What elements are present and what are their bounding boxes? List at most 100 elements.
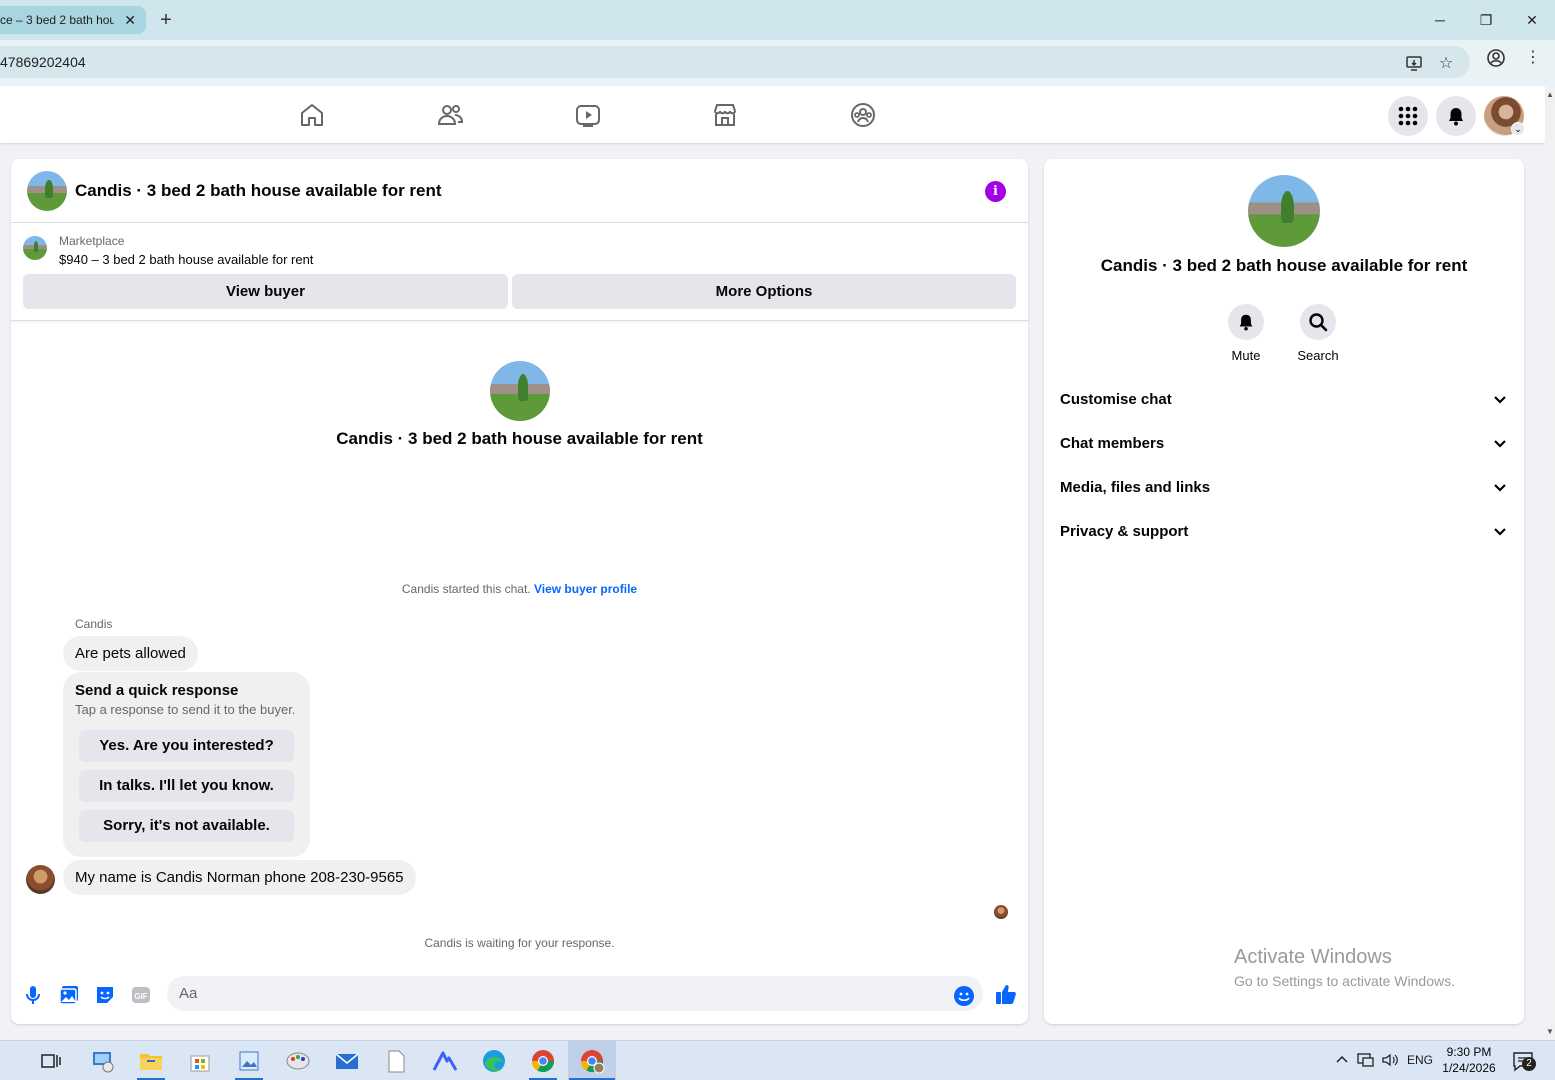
- center-chat-name: Candis · 3 bed 2 bath house available fo…: [336, 429, 703, 448]
- chevron-down-icon: [1492, 512, 1508, 568]
- row-label: Media, files and links: [1060, 479, 1211, 496]
- message-bubble[interactable]: Are pets allowed: [63, 636, 198, 671]
- grid-icon: [1398, 106, 1418, 126]
- media-files-links-row[interactable]: Media, files and links: [1060, 468, 1508, 508]
- paint-icon[interactable]: [283, 1046, 313, 1076]
- microphone-icon[interactable]: [21, 983, 45, 1007]
- marketplace-label: Marketplace: [59, 234, 125, 248]
- search-label: Search: [1297, 348, 1339, 363]
- profile-icon[interactable]: [1486, 48, 1506, 68]
- new-tab-button[interactable]: +: [156, 8, 176, 32]
- sticker-icon[interactable]: [93, 983, 117, 1007]
- mail-icon[interactable]: [332, 1046, 362, 1076]
- privacy-support-row[interactable]: Privacy & support: [1060, 512, 1508, 552]
- quick-response-subtitle: Tap a response to send it to the buyer.: [75, 702, 296, 717]
- home-icon[interactable]: [297, 100, 327, 130]
- network-icon[interactable]: [1357, 1052, 1375, 1071]
- groups-icon[interactable]: [848, 100, 878, 130]
- info-chat-name: Candis · 3 bed 2 bath house available fo…: [1100, 256, 1468, 275]
- control-panel-icon[interactable]: [88, 1046, 118, 1076]
- chrome-profile-icon[interactable]: [577, 1046, 607, 1076]
- emoji-icon[interactable]: [953, 985, 977, 1009]
- bookmark-star-icon[interactable]: ☆: [1436, 54, 1456, 74]
- minimize-button[interactable]: ─: [1425, 8, 1455, 32]
- facebook-top-nav: ⌄: [0, 86, 1545, 143]
- thumbs-up-icon[interactable]: [994, 982, 1018, 1006]
- edge-icon[interactable]: [479, 1046, 509, 1076]
- tray-expand-icon[interactable]: [1335, 1052, 1349, 1069]
- scroll-up-icon[interactable]: ▲: [1546, 90, 1554, 99]
- friends-icon[interactable]: [435, 100, 465, 130]
- search-button[interactable]: Search: [1288, 304, 1348, 363]
- notifications-button[interactable]: [1436, 96, 1476, 136]
- quick-response-title: Send a quick response: [75, 682, 239, 699]
- clock-date: 1/24/2026: [1442, 1061, 1496, 1075]
- info-avatar: [1248, 175, 1320, 247]
- chat-avatar[interactable]: [27, 171, 67, 211]
- menu-grid-button[interactable]: [1388, 96, 1428, 136]
- sender-name: Candis: [75, 617, 113, 631]
- customise-chat-row[interactable]: Customise chat: [1060, 380, 1508, 420]
- chrome-menu-icon[interactable]: ⋮: [1523, 48, 1543, 68]
- page-scrollbar[interactable]: ▲ ▼: [1545, 86, 1555, 1040]
- chat-members-row[interactable]: Chat members: [1060, 424, 1508, 464]
- mute-label: Mute: [1231, 348, 1261, 363]
- watermark-title: Activate Windows: [1234, 946, 1392, 968]
- bell-icon: [1228, 304, 1264, 340]
- url-text[interactable]: 47869202404: [0, 46, 86, 78]
- quick-response-in-talks[interactable]: In talks. I'll let you know.: [79, 770, 294, 802]
- restore-button[interactable]: ❐: [1471, 8, 1501, 32]
- view-buyer-button[interactable]: View buyer: [23, 274, 508, 309]
- notepad-icon[interactable]: [381, 1046, 411, 1076]
- chat-started-notice: Candis started this chat. View buyer pro…: [11, 582, 1028, 596]
- close-window-button[interactable]: ✕: [1517, 8, 1547, 32]
- info-icon[interactable]: i: [985, 181, 1006, 202]
- notification-count-badge: 2: [1522, 1057, 1536, 1071]
- taskbar-clock[interactable]: 9:30 PM 1/24/2026: [1436, 1044, 1502, 1076]
- row-label: Customise chat: [1060, 391, 1172, 408]
- tab-title: ce – 3 bed 2 bath hou: [0, 13, 114, 27]
- activate-windows-watermark: Activate Windows Go to Settings to activ…: [1234, 946, 1455, 989]
- quick-response-not-available[interactable]: Sorry, it's not available.: [79, 810, 294, 842]
- listing-thumbnail[interactable]: [23, 236, 47, 260]
- microsoft-store-icon[interactable]: [185, 1046, 215, 1076]
- chat-info-panel: Candis · 3 bed 2 bath house available fo…: [1044, 159, 1524, 1024]
- file-explorer-icon[interactable]: [136, 1046, 166, 1076]
- message-input[interactable]: [167, 976, 983, 1011]
- volume-icon[interactable]: [1381, 1052, 1399, 1071]
- svg-text:GIF: GIF: [134, 992, 147, 1001]
- notification-center-icon[interactable]: 2: [1512, 1051, 1536, 1078]
- chat-header: Candis · 3 bed 2 bath house available fo…: [11, 159, 1028, 223]
- chat-started-text: Candis started this chat.: [401, 582, 531, 596]
- photo-icon[interactable]: [57, 983, 81, 1007]
- watch-icon[interactable]: [573, 100, 603, 130]
- listing-title[interactable]: $940 – 3 bed 2 bath house available for …: [59, 252, 313, 267]
- view-buyer-profile-link[interactable]: View buyer profile: [534, 582, 637, 596]
- marketplace-icon[interactable]: [710, 100, 740, 130]
- clock-time: 9:30 PM: [1446, 1045, 1492, 1059]
- windows-taskbar: ENG 9:30 PM 1/24/2026 2: [0, 1040, 1555, 1080]
- chrome-icon[interactable]: [528, 1046, 558, 1076]
- photo-viewer-icon[interactable]: [234, 1046, 264, 1076]
- scroll-down-icon[interactable]: ▼: [1546, 1027, 1554, 1036]
- omnibox[interactable]: 47869202404 ☆: [0, 46, 1470, 78]
- row-label: Chat members: [1060, 435, 1165, 452]
- account-caret-icon[interactable]: ⌄: [1511, 122, 1525, 136]
- mute-button[interactable]: Mute: [1216, 304, 1276, 363]
- install-app-icon[interactable]: [1404, 54, 1424, 74]
- message-bubble[interactable]: My name is Candis Norman phone 208-230-9…: [63, 860, 416, 895]
- tab-close-icon[interactable]: ✕: [124, 6, 136, 34]
- browser-tab[interactable]: ce – 3 bed 2 bath hou ✕: [0, 6, 146, 34]
- message-composer: GIF: [11, 973, 1028, 1024]
- more-options-button[interactable]: More Options: [512, 274, 1016, 309]
- language-indicator[interactable]: ENG: [1407, 1053, 1433, 1067]
- sender-avatar[interactable]: [26, 865, 55, 894]
- task-view-icon[interactable]: [36, 1046, 66, 1076]
- gif-icon[interactable]: GIF: [129, 983, 153, 1007]
- center-avatar: [490, 361, 550, 421]
- waiting-notice: Candis is waiting for your response.: [424, 936, 615, 950]
- chat-title[interactable]: Candis · 3 bed 2 bath house available fo…: [75, 181, 442, 201]
- search-icon: [1300, 304, 1336, 340]
- nordvpn-icon[interactable]: [430, 1046, 460, 1076]
- quick-response-yes[interactable]: Yes. Are you interested?: [79, 730, 294, 762]
